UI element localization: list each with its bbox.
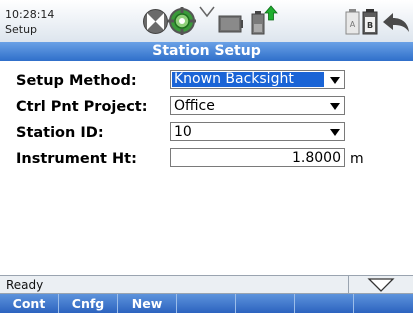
expand-down-icon[interactable] (367, 278, 395, 292)
instrument-ht-unit: m (350, 151, 364, 167)
target-icon[interactable] (167, 6, 197, 36)
status-divider (348, 276, 349, 294)
status-line: Ready (0, 275, 413, 294)
softkey-5[interactable] (236, 294, 295, 313)
setup-method-value: Known Backsight (172, 72, 324, 87)
ctrl-project-label: Ctrl Pnt Project: (16, 99, 148, 115)
softkey-bar: Cont Cnfg New (0, 294, 413, 313)
instrument-ht-label: Instrument Ht: (16, 151, 137, 167)
chevron-down-icon[interactable] (330, 77, 340, 84)
station-id-row: Station ID: 10 (0, 122, 413, 144)
svg-text:A: A (350, 20, 356, 29)
signal-icon (199, 6, 215, 18)
battery-ab-icon[interactable]: A B (345, 9, 379, 35)
ctrl-project-select[interactable]: Office (170, 96, 345, 115)
app-name: Setup (5, 23, 38, 36)
back-icon[interactable] (381, 10, 411, 34)
radio-icon[interactable] (218, 14, 244, 34)
instrument-ht-value: 1.8000 (292, 150, 341, 166)
battery-icon[interactable] (250, 4, 280, 36)
station-id-value: 10 (174, 124, 192, 140)
station-id-select[interactable]: 10 (170, 122, 345, 141)
softkey-cont[interactable]: Cont (0, 294, 59, 313)
setup-method-select[interactable]: Known Backsight (170, 70, 345, 89)
instrument-ht-input[interactable]: 1.8000 (170, 148, 345, 167)
chevron-down-icon[interactable] (330, 103, 340, 110)
instrument-ht-row: Instrument Ht: 1.8000 m (0, 148, 413, 170)
page-title: Station Setup (0, 42, 413, 61)
ctrl-project-value: Office (174, 98, 215, 114)
svg-text:B: B (367, 21, 373, 30)
softkey-6[interactable] (295, 294, 354, 313)
chevron-down-icon[interactable] (330, 129, 340, 136)
setup-method-label: Setup Method: (16, 73, 137, 89)
compass-icon[interactable] (142, 8, 169, 35)
softkey-4[interactable] (177, 294, 236, 313)
softkey-new[interactable]: New (118, 294, 177, 313)
station-id-label: Station ID: (16, 125, 104, 141)
clock-text: 10:28:14 (5, 8, 55, 21)
status-bar: 10:28:14 Setup A B (0, 0, 413, 43)
softkey-7[interactable] (354, 294, 413, 313)
softkey-cnfg[interactable]: Cnfg (59, 294, 118, 313)
setup-method-row: Setup Method: Known Backsight (0, 70, 413, 92)
status-text: Ready (6, 278, 44, 292)
ctrl-project-row: Ctrl Pnt Project: Office (0, 96, 413, 118)
